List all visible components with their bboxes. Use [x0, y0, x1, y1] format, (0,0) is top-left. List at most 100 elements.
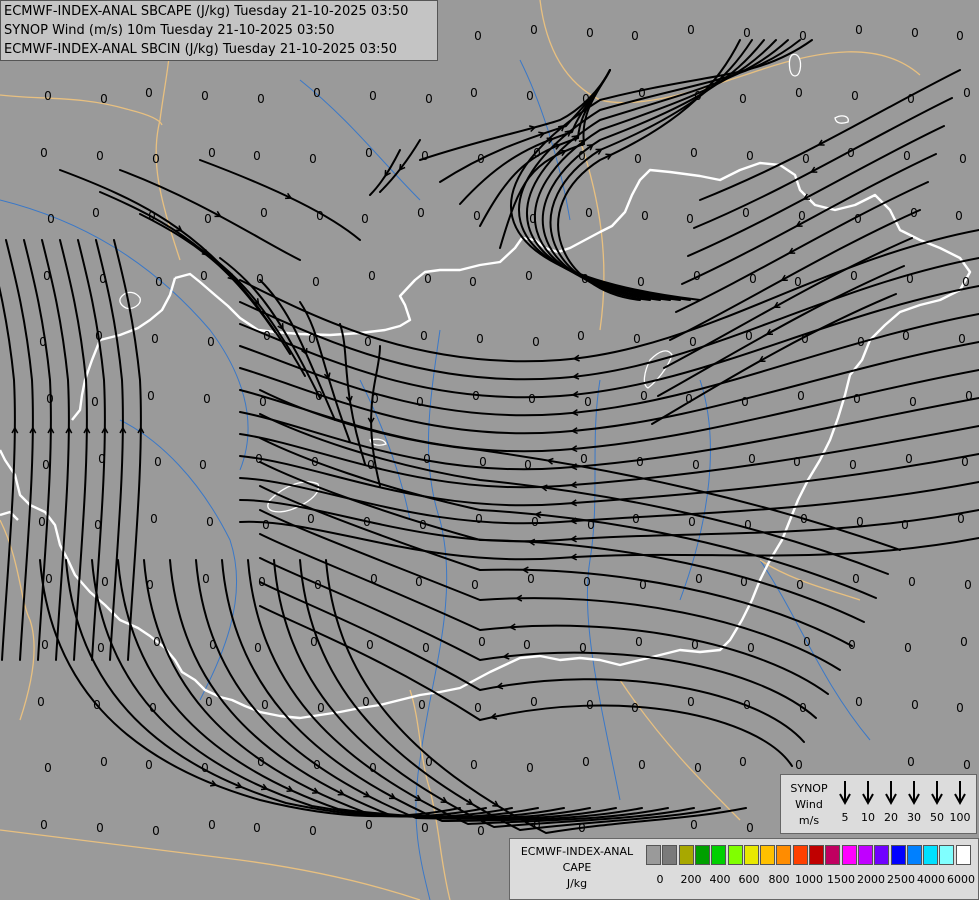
cin-value-label: 0 — [316, 209, 324, 223]
cin-value-label: 0 — [477, 824, 485, 838]
cin-value-label: 0 — [44, 761, 52, 775]
cin-value-label: 0 — [209, 638, 217, 652]
cin-value-label: 0 — [907, 755, 915, 769]
cin-value-label: 0 — [744, 518, 752, 532]
cape-color-swatch — [906, 845, 922, 865]
cin-value-label: 0 — [152, 152, 160, 166]
cin-value-label: 0 — [528, 392, 536, 406]
weather-map[interactable]: 0 0 0 0 0 0 0 0 0 0 0 0 0 0 0 0 0 0 0 0 0 0 0 0 0 0 0 0 0 0 0 0 0 0 0 0 0 0 0 0… — [0, 0, 979, 900]
down-arrow-icon — [908, 781, 920, 806]
cin-value-label: 0 — [582, 92, 590, 106]
cin-value-label: 0 — [315, 389, 323, 403]
cin-value-label: 0 — [370, 572, 378, 586]
cin-value-label: 0 — [687, 23, 695, 37]
cin-value-label: 0 — [369, 89, 377, 103]
cin-value-label: 0 — [641, 209, 649, 223]
map-header: ECMWF-INDEX-ANAL SBCAPE (J/kg) Tuesday 2… — [0, 0, 438, 61]
cin-value-label: 0 — [154, 455, 162, 469]
cin-value-label: 0 — [473, 209, 481, 223]
cin-value-label: 0 — [905, 452, 913, 466]
cape-color-swatch — [792, 845, 808, 865]
cin-value-label: 0 — [532, 335, 540, 349]
cin-value-label: 0 — [257, 92, 265, 106]
cape-color-swatch — [776, 845, 792, 865]
cin-value-label: 0 — [45, 572, 53, 586]
wind-streamline — [179, 235, 306, 377]
cin-value-label: 0 — [260, 206, 268, 220]
cape-legend-title-line: CAPE — [562, 861, 592, 874]
wind-speed-label: 10 — [861, 811, 875, 824]
cin-value-label: 0 — [746, 149, 754, 163]
cin-value-label: 0 — [854, 212, 862, 226]
cin-value-label: 0 — [963, 758, 971, 772]
cin-value-label: 0 — [423, 452, 431, 466]
cin-value-label: 0 — [96, 149, 104, 163]
cape-color-swatch — [662, 845, 678, 865]
cin-value-label: 0 — [636, 455, 644, 469]
cin-value-label: 0 — [695, 572, 703, 586]
cin-value-label: 0 — [849, 458, 857, 472]
cin-value-label: 0 — [475, 512, 483, 526]
cin-value-label: 0 — [150, 512, 158, 526]
cape-legend-title-line: ECMWF-INDEX-ANAL — [520, 845, 634, 858]
cin-value-label: 0 — [425, 755, 433, 769]
cin-value-label: 0 — [262, 518, 270, 532]
cin-value-label: 0 — [631, 701, 639, 715]
cin-value-label: 0 — [314, 578, 322, 592]
cin-value-label: 0 — [40, 146, 48, 160]
cin-value-label: 0 — [42, 458, 50, 472]
cin-value-label: 0 — [579, 641, 587, 655]
wind-streamline — [239, 520, 979, 561]
cin-value-label: 0 — [91, 395, 99, 409]
wind-streamline — [239, 499, 979, 543]
cin-value-label: 0 — [257, 755, 265, 769]
cin-value-label: 0 — [582, 755, 590, 769]
cin-value-label: 0 — [145, 86, 153, 100]
cape-color-swatch — [743, 845, 759, 865]
cin-value-label: 0 — [363, 515, 371, 529]
cin-value-label: 0 — [739, 755, 747, 769]
cin-value-label: 0 — [795, 86, 803, 100]
cin-value-label: 0 — [690, 146, 698, 160]
cin-value-label: 0 — [361, 212, 369, 226]
cin-value-label: 0 — [419, 518, 427, 532]
cin-value-label: 0 — [95, 329, 103, 343]
cin-value-label: 0 — [686, 212, 694, 226]
cin-value-label: 0 — [474, 29, 482, 43]
cin-value-label: 0 — [98, 452, 106, 466]
cin-value-label: 0 — [853, 392, 861, 406]
cin-value-label: 0 — [94, 518, 102, 532]
cin-value-label: 0 — [578, 821, 586, 835]
down-arrow-icon — [839, 781, 851, 806]
cin-value-label: 0 — [638, 758, 646, 772]
cin-value-label: 0 — [97, 641, 105, 655]
cin-value-label: 0 — [472, 389, 480, 403]
neighbor-borders-layer — [0, 0, 921, 900]
cin-value-label: 0 — [312, 275, 320, 289]
synop-wind-legend: SYNOP Wind m/s 5 10 20 30 50 100 — [780, 774, 977, 834]
cin-value-label: 0 — [743, 26, 751, 40]
cin-value-label: 0 — [96, 821, 104, 835]
wind-streamline — [239, 425, 979, 489]
cin-value-label: 0 — [208, 146, 216, 160]
cin-value-label: 0 — [93, 698, 101, 712]
cin-value-label: 0 — [961, 455, 969, 469]
cin-value-label: 0 — [958, 332, 966, 346]
cin-value-label: 0 — [474, 701, 482, 715]
cin-value-label: 0 — [199, 458, 207, 472]
cin-value-label: 0 — [903, 149, 911, 163]
cin-value-label: 0 — [422, 641, 430, 655]
cin-value-label: 0 — [909, 395, 917, 409]
cin-value-label: 0 — [691, 638, 699, 652]
cin-value-label: 0 — [587, 518, 595, 532]
cin-value-label: 0 — [530, 695, 538, 709]
cin-value-label: 0 — [253, 149, 261, 163]
wind-speed-label: 50 — [930, 811, 944, 824]
cin-value-label: 0 — [851, 89, 859, 103]
cin-value-label: 0 — [581, 272, 589, 286]
synop-legend-title-line: m/s — [798, 814, 820, 827]
cin-value-label: 0 — [687, 695, 695, 709]
cin-value-label: 0 — [310, 635, 318, 649]
header-line-synop: SYNOP Wind (m/s) 10m Tuesday 21-10-2025 … — [4, 23, 335, 38]
cin-value-label: 0 — [685, 392, 693, 406]
